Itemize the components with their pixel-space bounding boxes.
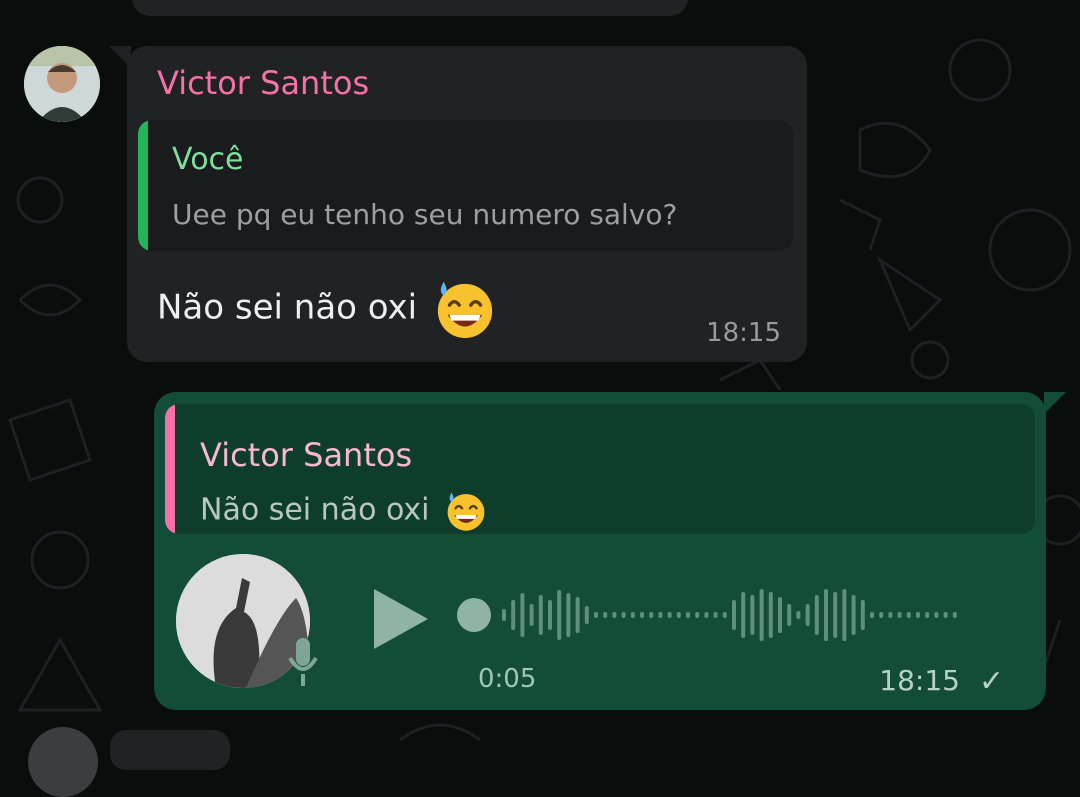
quoted-text: Uee pq eu tenho seu numero salvo? [172,198,678,231]
waveform-bar [952,612,957,618]
waveform-bar [695,612,700,618]
voice-duration: 0:05 [478,664,537,694]
message-text-row: Não sei não oxi [157,278,496,340]
waveform-bar [722,612,727,618]
waveform-bar [649,612,654,618]
seek-knob[interactable] [457,598,491,632]
message-timestamp: 18:15 [879,664,960,697]
quoted-message[interactable]: Você Uee pq eu tenho seu numero salvo? [138,120,793,251]
waveform-bar [870,612,874,618]
quoted-text-row: Não sei não oxi [200,490,487,532]
waveform-bar [704,612,709,618]
waveform[interactable] [454,587,1014,643]
waveform-bar [511,600,516,630]
waveform-bar [759,589,764,641]
quote-accent-bar [165,404,175,534]
play-icon[interactable] [370,587,430,651]
waveform-bar [879,612,884,618]
sender-name[interactable]: Victor Santos [157,64,369,102]
waveform-bar [768,592,773,638]
waveform-bar [548,600,552,630]
waveform-bar [520,593,525,637]
waveform-bar [897,612,902,618]
waveform-bar [686,612,690,618]
waveform-bar [667,612,672,618]
waveform-bar [612,612,617,618]
waveform-bar [750,595,755,635]
waveform-bar [805,604,810,626]
waveform-bar [603,612,608,618]
waveform-bar [824,589,828,641]
waveform-bar [888,612,893,618]
outgoing-voice-message-bubble[interactable]: Victor Santos Não sei não oxi 0:05 18:15… [154,392,1066,710]
message-timestamp: 18:15 [706,318,781,348]
waveform-bar [741,592,746,638]
waveform-bar [732,600,736,630]
waveform-bar [860,600,865,630]
incoming-message-bubble[interactable]: Victor Santos Você Uee pq eu tenho seu n… [109,46,807,362]
quoted-message[interactable]: Victor Santos Não sei não oxi [165,404,1035,534]
waveform-bar [621,612,626,618]
waveform-bar [594,612,598,618]
waveform-bar [575,597,580,633]
waveform-bar [851,595,856,635]
next-message-bubble[interactable] [110,730,230,770]
mic-icon [288,638,318,686]
waveform-bar [538,595,543,635]
waveform-bar [814,595,819,635]
waveform-bar [630,612,635,618]
waveform-bar [529,604,534,626]
waveform-bar [676,612,681,618]
waveform-bar [557,590,562,640]
waveform-bar [833,592,838,638]
quote-accent-bar [138,120,148,251]
check-icon: ✓ [978,664,1004,699]
waveform-bar [584,606,589,624]
waveform-bar [713,612,718,618]
waveform-bar [925,612,930,618]
waveform-bar [796,611,801,619]
waveform-bar [566,593,571,637]
waveform-bar [502,609,506,621]
contact-avatar[interactable] [24,46,100,122]
waveform-bar [640,612,644,618]
waveform-bar [934,612,939,618]
grinning-face-with-sweat-icon [437,281,493,339]
waveform-bar [787,604,792,626]
waveform-bar [916,612,920,618]
message-text: Não sei não oxi [157,287,418,328]
quoted-author: Você [172,142,244,177]
waveform-bar [842,589,847,641]
contact-avatar[interactable] [28,727,98,797]
waveform-bar [778,597,782,633]
previous-message-bubble[interactable] [132,0,688,16]
quoted-text: Não sei não oxi [200,492,430,528]
grinning-face-with-sweat-icon [447,492,485,531]
waveform-bar [943,612,948,618]
avatar-photo [24,46,100,122]
waveform-bar [658,612,663,618]
waveform-bar [906,612,911,618]
quoted-author: Victor Santos [200,436,413,474]
